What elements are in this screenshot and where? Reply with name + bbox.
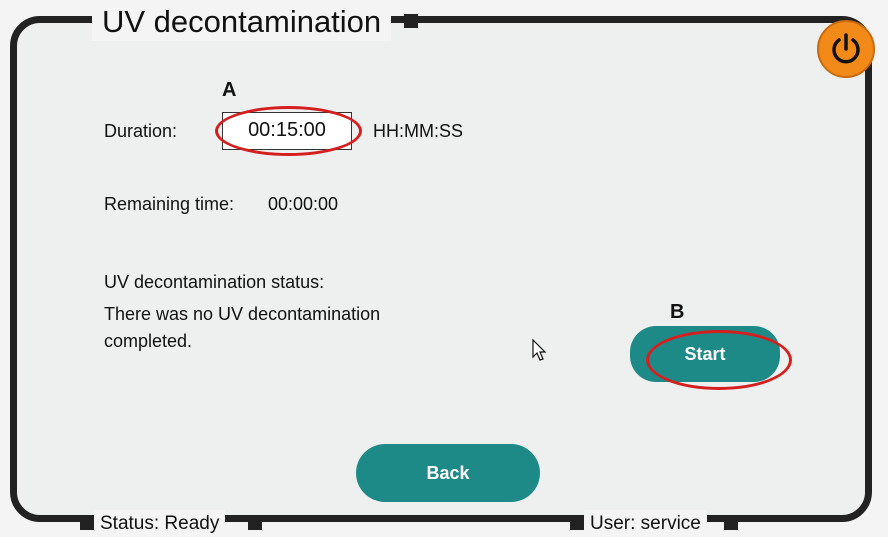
footer-divider bbox=[248, 518, 262, 530]
power-icon bbox=[832, 33, 860, 64]
user-text: User: service bbox=[584, 510, 707, 537]
status-text: Status: Ready bbox=[94, 510, 226, 537]
window-title: UV decontamination bbox=[92, 3, 392, 41]
footer-divider bbox=[570, 518, 584, 530]
footer-divider bbox=[724, 518, 738, 530]
uv-status-line-2: completed. bbox=[104, 331, 193, 351]
marker-a: A bbox=[222, 79, 237, 101]
uv-status-line-1: There was no UV decontamination bbox=[104, 304, 381, 324]
back-button[interactable]: Back bbox=[356, 444, 540, 502]
duration-label: Duration: bbox=[104, 121, 178, 141]
start-button[interactable]: Start bbox=[630, 326, 780, 382]
power-button[interactable] bbox=[817, 20, 875, 78]
marker-b: B bbox=[670, 301, 685, 323]
remaining-time-label: Remaining time: bbox=[104, 194, 235, 214]
duration-input[interactable]: 00:15:00 bbox=[222, 112, 352, 150]
mouse-pointer-icon bbox=[532, 339, 547, 361]
duration-format-label: HH:MM:SS bbox=[373, 121, 463, 141]
remaining-time-value: 00:00:00 bbox=[268, 194, 339, 214]
title-divider bbox=[404, 14, 418, 28]
uv-status-heading: UV decontamination status: bbox=[104, 272, 325, 292]
footer-divider bbox=[80, 518, 94, 530]
